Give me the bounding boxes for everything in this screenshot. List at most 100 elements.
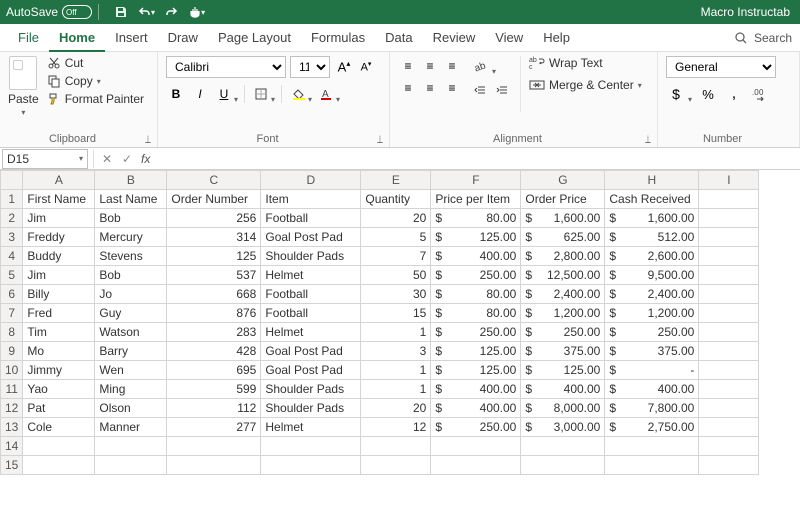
cell[interactable] (167, 437, 261, 456)
copy-button[interactable]: Copy ▾ (47, 74, 144, 88)
cell[interactable] (699, 361, 759, 380)
paste-button[interactable]: Paste ▾ (8, 56, 39, 117)
formula-input[interactable] (154, 149, 800, 169)
cell[interactable]: $125.00 (431, 361, 521, 380)
row-header[interactable]: 9 (1, 342, 23, 361)
row-header[interactable]: 10 (1, 361, 23, 380)
cell[interactable]: $80.00 (431, 285, 521, 304)
cell[interactable]: Bob (95, 266, 167, 285)
cell[interactable]: First Name (23, 190, 95, 209)
cell[interactable]: Freddy (23, 228, 95, 247)
cell[interactable]: $2,400.00 (605, 285, 699, 304)
cancel-formula-button[interactable]: ✕ (97, 149, 117, 169)
row-header[interactable]: 3 (1, 228, 23, 247)
cell[interactable]: $80.00 (431, 304, 521, 323)
chevron-down-icon[interactable]: ▾ (308, 95, 312, 104)
cell[interactable] (261, 437, 361, 456)
cell[interactable]: 30 (361, 285, 431, 304)
tab-home[interactable]: Home (49, 24, 105, 52)
cell[interactable]: $125.00 (431, 342, 521, 361)
tab-formulas[interactable]: Formulas (301, 24, 375, 52)
tab-view[interactable]: View (485, 24, 533, 52)
cell[interactable]: 256 (167, 209, 261, 228)
cell[interactable]: $8,000.00 (521, 399, 605, 418)
tab-file[interactable]: File (8, 24, 49, 52)
cell[interactable]: $625.00 (521, 228, 605, 247)
cell[interactable]: Stevens (95, 247, 167, 266)
cell[interactable] (699, 266, 759, 285)
cell[interactable] (699, 418, 759, 437)
cell[interactable]: Shoulder Pads (261, 247, 361, 266)
cell[interactable] (699, 323, 759, 342)
row-header[interactable]: 6 (1, 285, 23, 304)
cell[interactable]: Goal Post Pad (261, 361, 361, 380)
row-header[interactable]: 2 (1, 209, 23, 228)
cell[interactable]: Bob (95, 209, 167, 228)
chevron-down-icon[interactable]: ▾ (271, 95, 275, 104)
increase-decimal-button[interactable]: .00 (750, 84, 770, 104)
borders-button[interactable] (251, 84, 271, 104)
cell[interactable]: $1,600.00 (521, 209, 605, 228)
cell[interactable]: 3 (361, 342, 431, 361)
cell[interactable]: 112 (167, 399, 261, 418)
cell[interactable]: Helmet (261, 418, 361, 437)
cell[interactable]: Watson (95, 323, 167, 342)
cell[interactable]: Football (261, 209, 361, 228)
row-header[interactable]: 15 (1, 456, 23, 475)
tab-insert[interactable]: Insert (105, 24, 158, 52)
tab-help[interactable]: Help (533, 24, 580, 52)
cell[interactable]: 7 (361, 247, 431, 266)
cell[interactable]: 314 (167, 228, 261, 247)
percent-format-button[interactable]: % (698, 84, 718, 104)
cell[interactable]: 876 (167, 304, 261, 323)
row-header[interactable]: 1 (1, 190, 23, 209)
cell[interactable] (167, 456, 261, 475)
cell[interactable] (261, 456, 361, 475)
cell[interactable] (699, 304, 759, 323)
cell[interactable]: Item (261, 190, 361, 209)
cell[interactable] (23, 456, 95, 475)
cell[interactable] (431, 456, 521, 475)
column-header[interactable]: I (699, 171, 759, 190)
cell[interactable]: Manner (95, 418, 167, 437)
align-right-button[interactable]: ≡ (442, 78, 462, 98)
cell[interactable]: $250.00 (521, 323, 605, 342)
cell[interactable]: Jim (23, 266, 95, 285)
cell[interactable]: 668 (167, 285, 261, 304)
cell[interactable]: Cash Received (605, 190, 699, 209)
cell[interactable] (23, 437, 95, 456)
cell[interactable]: Jo (95, 285, 167, 304)
accounting-format-button[interactable]: $ (666, 84, 686, 104)
cell[interactable]: $375.00 (521, 342, 605, 361)
cell[interactable] (361, 437, 431, 456)
cell[interactable]: Price per Item (431, 190, 521, 209)
chevron-down-icon[interactable]: ▾ (234, 95, 238, 104)
cell[interactable]: Jimmy (23, 361, 95, 380)
dialog-launcher-icon[interactable]: ⟘ (145, 135, 155, 145)
cell[interactable]: Goal Post Pad (261, 342, 361, 361)
cell[interactable] (699, 380, 759, 399)
cell[interactable]: 15 (361, 304, 431, 323)
cell[interactable]: Fred (23, 304, 95, 323)
cell[interactable] (699, 437, 759, 456)
cell[interactable]: $- (605, 361, 699, 380)
chevron-down-icon[interactable]: ▾ (492, 67, 496, 76)
cell[interactable] (699, 285, 759, 304)
cell[interactable]: Shoulder Pads (261, 399, 361, 418)
name-box[interactable]: D15 ▾ (2, 149, 88, 169)
cell[interactable] (605, 456, 699, 475)
cell[interactable]: 428 (167, 342, 261, 361)
row-header[interactable]: 4 (1, 247, 23, 266)
cell[interactable]: $2,600.00 (605, 247, 699, 266)
chevron-down-icon[interactable]: ▾ (79, 154, 83, 163)
cell[interactable]: 1 (361, 380, 431, 399)
cell[interactable]: $250.00 (605, 323, 699, 342)
cell[interactable]: Mercury (95, 228, 167, 247)
tab-data[interactable]: Data (375, 24, 422, 52)
cell[interactable]: 125 (167, 247, 261, 266)
cell[interactable] (521, 437, 605, 456)
cell[interactable]: Mo (23, 342, 95, 361)
italic-button[interactable]: I (190, 84, 210, 104)
cell[interactable]: $250.00 (431, 418, 521, 437)
cell[interactable]: Football (261, 285, 361, 304)
